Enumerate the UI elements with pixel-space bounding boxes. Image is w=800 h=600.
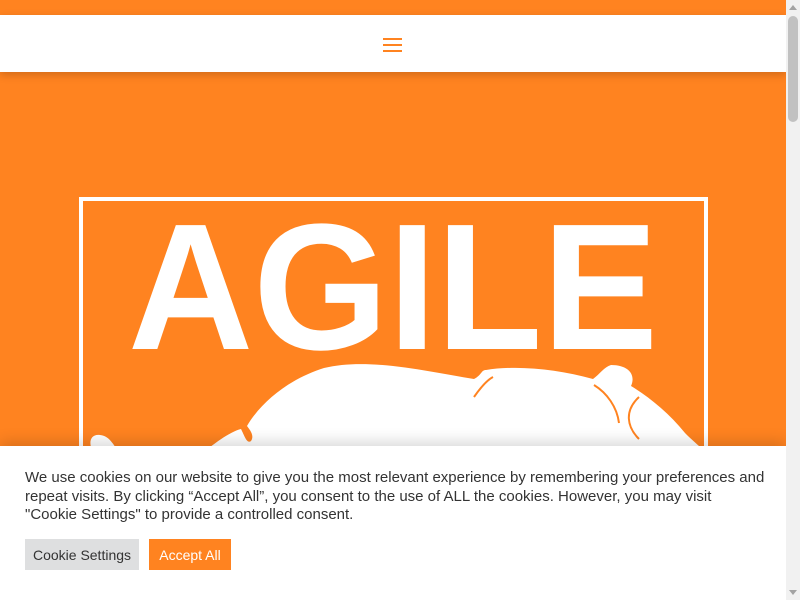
accept-all-button[interactable]: Accept All bbox=[149, 539, 231, 570]
agile-logo-graphic: AGILE bbox=[79, 197, 708, 457]
page-scrollbar[interactable] bbox=[786, 0, 800, 600]
scroll-down-arrow-icon[interactable] bbox=[789, 590, 797, 595]
scrollbar-thumb[interactable] bbox=[788, 16, 798, 122]
hamburger-menu-icon[interactable] bbox=[382, 37, 404, 53]
cookie-settings-button[interactable]: Cookie Settings bbox=[25, 539, 139, 570]
cookie-consent-banner: We use cookies on our website to give yo… bbox=[0, 446, 786, 600]
agile-logo: AGILE bbox=[79, 197, 708, 457]
site-header bbox=[0, 15, 786, 72]
menu-line bbox=[383, 44, 402, 46]
menu-line bbox=[383, 50, 402, 52]
scroll-up-arrow-icon[interactable] bbox=[789, 5, 797, 10]
menu-line bbox=[383, 38, 402, 40]
top-accent-bar bbox=[0, 0, 786, 15]
logo-wordmark: AGILE bbox=[128, 197, 658, 388]
cookie-message: We use cookies on our website to give yo… bbox=[25, 469, 765, 523]
